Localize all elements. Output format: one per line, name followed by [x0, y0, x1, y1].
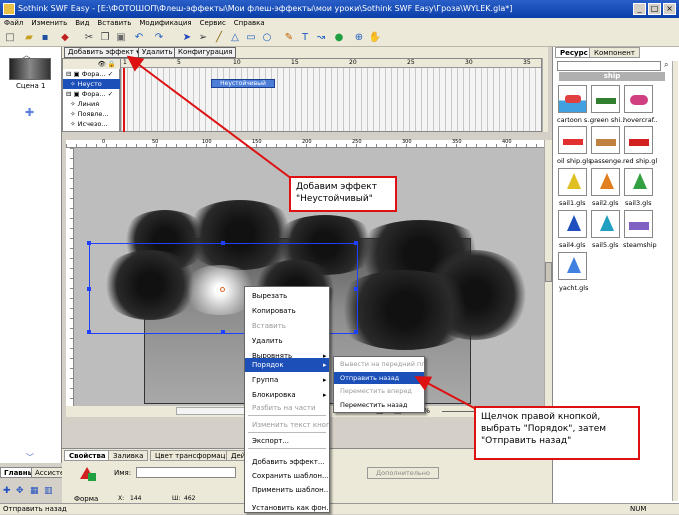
callout-add-effect: Добавим эффект "Неустойчивый": [289, 176, 397, 212]
arrow-to-send-backward: [414, 376, 479, 411]
arrow-to-add-effect: [126, 55, 297, 183]
callout-send-backward: Щелчок правой кнопкой, выбрать "Порядок"…: [474, 406, 640, 460]
